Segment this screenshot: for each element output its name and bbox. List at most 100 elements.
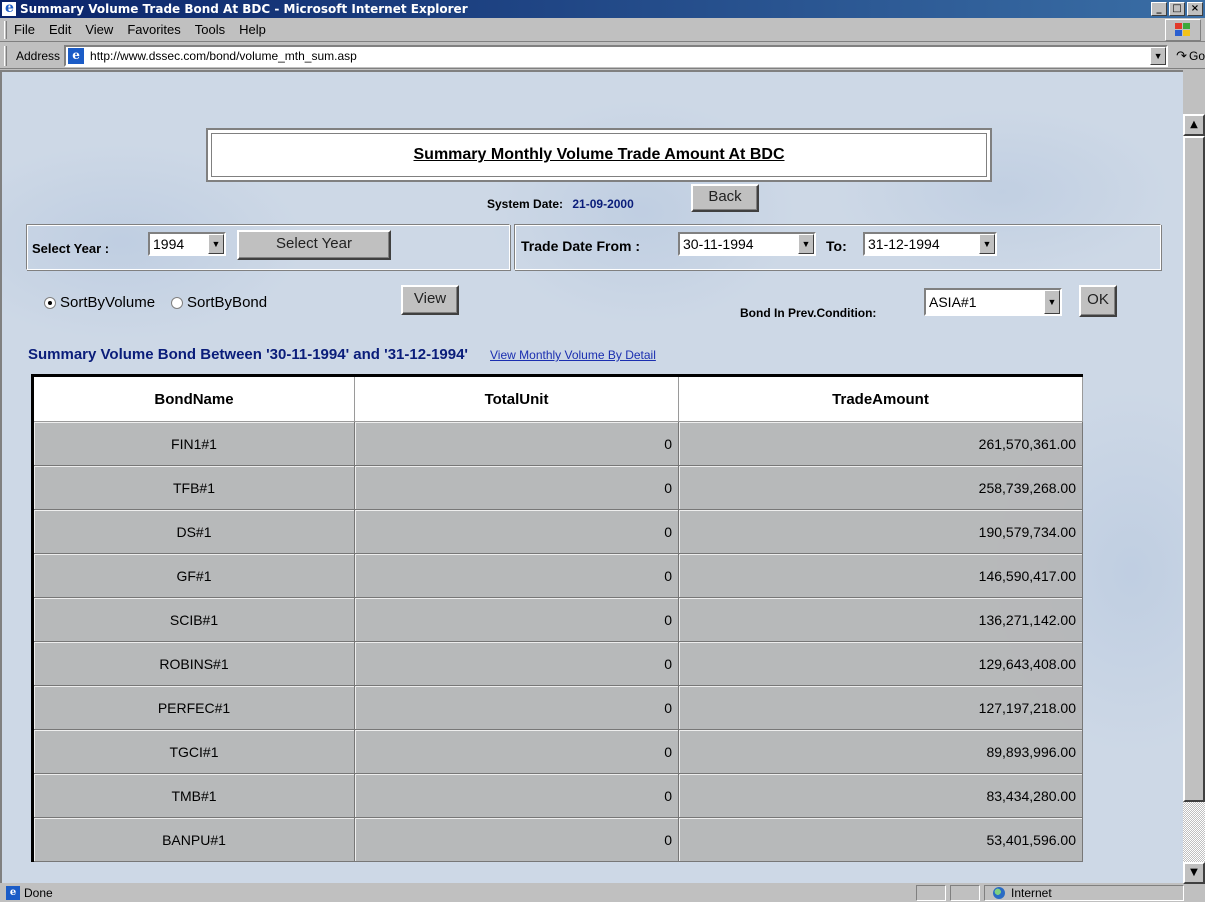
- column-header-tradeamount: TradeAmount: [678, 375, 1083, 422]
- trade-date-to-select[interactable]: 31-12-1994 ▼: [863, 232, 997, 256]
- vertical-scrollbar[interactable]: ▲ ▼: [1183, 114, 1205, 884]
- globe-icon: [993, 887, 1005, 899]
- scroll-down-button[interactable]: ▼: [1183, 862, 1205, 884]
- total-unit-cell: 0: [354, 509, 679, 554]
- table-row: DS#1 0 190,579,734.00: [32, 509, 1083, 554]
- trade-amount-cell: 53,401,596.00: [678, 817, 1083, 862]
- bond-prev-condition-value: ASIA#1: [929, 294, 977, 310]
- sort-by-volume-label[interactable]: SortByVolume: [60, 294, 155, 311]
- page-viewport: Summary Monthly Volume Trade Amount At B…: [0, 70, 1183, 883]
- sort-by-volume-radio[interactable]: [44, 296, 56, 309]
- status-pane: [950, 885, 980, 901]
- view-button[interactable]: View: [401, 285, 459, 315]
- window-controls: _ □ ×: [1151, 2, 1203, 16]
- bond-name-cell: GF#1: [32, 553, 355, 598]
- address-dropdown-button[interactable]: ▼: [1150, 46, 1167, 65]
- select-year-button[interactable]: Select Year: [237, 230, 391, 260]
- total-unit-cell: 0: [354, 641, 679, 686]
- close-button[interactable]: ×: [1187, 2, 1203, 16]
- sort-by-bond-radio[interactable]: [171, 296, 184, 309]
- trade-date-from-value: 30-11-1994: [683, 236, 754, 252]
- trade-date-to-value: 31-12-1994: [868, 236, 940, 252]
- back-button[interactable]: Back: [691, 184, 759, 212]
- menu-tools[interactable]: Tools: [195, 22, 225, 37]
- trade-amount-cell: 136,271,142.00: [678, 597, 1083, 642]
- year-select-value: 1994: [153, 236, 185, 252]
- scroll-up-button[interactable]: ▲: [1183, 114, 1205, 136]
- column-header-totalunit: TotalUnit: [354, 375, 679, 422]
- year-select[interactable]: 1994 ▼: [148, 232, 226, 256]
- view-monthly-detail-link[interactable]: View Monthly Volume By Detail: [490, 348, 656, 362]
- address-field[interactable]: e http://www.dssec.com/bond/volume_mth_s…: [64, 44, 1169, 67]
- address-bar: Address e http://www.dssec.com/bond/volu…: [0, 43, 1205, 69]
- menu-edit[interactable]: Edit: [49, 22, 71, 37]
- menu-favorites[interactable]: Favorites: [127, 22, 180, 37]
- bond-name-cell: FIN1#1: [32, 421, 355, 466]
- trade-amount-cell: 127,197,218.00: [678, 685, 1083, 730]
- menu-help[interactable]: Help: [239, 22, 266, 37]
- trade-date-from-select[interactable]: 30-11-1994 ▼: [678, 232, 816, 256]
- page-icon: e: [68, 47, 85, 64]
- chevron-down-icon[interactable]: ▼: [208, 234, 224, 254]
- trade-amount-cell: 89,893,996.00: [678, 729, 1083, 774]
- chevron-down-icon[interactable]: ▼: [1044, 290, 1060, 314]
- page-title: Summary Monthly Volume Trade Amount At B…: [413, 146, 785, 163]
- bond-prev-condition-label: Bond In Prev.Condition:: [740, 306, 877, 320]
- total-unit-cell: 0: [354, 553, 679, 598]
- menu-view[interactable]: View: [85, 22, 113, 37]
- bond-prev-condition-select[interactable]: ASIA#1 ▼: [924, 288, 1062, 316]
- table-row: SCIB#1 0 136,271,142.00: [32, 597, 1083, 642]
- window-titlebar: Summary Volume Trade Bond At BDC - Micro…: [0, 0, 1205, 18]
- windows-flag-icon: [1175, 23, 1190, 36]
- menu-bar: File Edit View Favorites Tools Help: [0, 18, 1205, 42]
- bond-name-cell: TMB#1: [32, 773, 355, 818]
- sort-by-bond-label[interactable]: SortByBond: [187, 294, 267, 311]
- total-unit-cell: 0: [354, 465, 679, 510]
- table-row: GF#1 0 146,590,417.00: [32, 553, 1083, 598]
- page-title-box: Summary Monthly Volume Trade Amount At B…: [206, 128, 992, 182]
- total-unit-cell: 0: [354, 729, 679, 774]
- minimize-button[interactable]: _: [1151, 2, 1167, 16]
- bond-name-cell: PERFEC#1: [32, 685, 355, 730]
- bond-name-cell: DS#1: [32, 509, 355, 554]
- chevron-down-icon[interactable]: ▼: [798, 234, 814, 254]
- bond-volume-table: BondName TotalUnit TradeAmount FIN1#1 0 …: [31, 374, 1083, 862]
- toolbar-grip[interactable]: [4, 46, 7, 66]
- table-row: ROBINS#1 0 129,643,408.00: [32, 641, 1083, 686]
- scroll-thumb[interactable]: [1183, 136, 1205, 802]
- window-title: Summary Volume Trade Bond At BDC - Micro…: [20, 2, 468, 16]
- system-date: System Date: 21-09-2000: [487, 197, 634, 211]
- table-header-row: BondName TotalUnit TradeAmount: [32, 375, 1083, 422]
- total-unit-cell: 0: [354, 773, 679, 818]
- address-label: Address: [16, 48, 61, 63]
- trade-amount-cell: 258,739,268.00: [678, 465, 1083, 510]
- table-row: PERFEC#1 0 127,197,218.00: [32, 685, 1083, 730]
- security-zone: Internet: [984, 885, 1184, 901]
- maximize-button[interactable]: □: [1169, 2, 1185, 16]
- chevron-down-icon[interactable]: ▼: [979, 234, 995, 254]
- sort-options: SortByVolume SortByBond: [44, 294, 267, 311]
- trade-amount-cell: 129,643,408.00: [678, 641, 1083, 686]
- trade-amount-cell: 190,579,734.00: [678, 509, 1083, 554]
- column-header-bondname: BondName: [32, 375, 355, 422]
- table-row: TGCI#1 0 89,893,996.00: [32, 729, 1083, 774]
- summary-heading: Summary Volume Bond Between '30-11-1994'…: [28, 346, 469, 363]
- ie-logo-icon: [2, 0, 16, 16]
- bond-name-cell: TGCI#1: [32, 729, 355, 774]
- menu-file[interactable]: File: [14, 22, 35, 37]
- system-date-label: System Date:: [487, 197, 564, 211]
- go-button[interactable]: ↷ Go: [1176, 48, 1205, 64]
- summary-line: Summary Volume Bond Between '30-11-1994'…: [28, 346, 656, 363]
- total-unit-cell: 0: [354, 421, 679, 466]
- system-date-value: 21-09-2000: [572, 197, 634, 211]
- bond-name-cell: SCIB#1: [32, 597, 355, 642]
- total-unit-cell: 0: [354, 685, 679, 730]
- table-row: TFB#1 0 258,739,268.00: [32, 465, 1083, 510]
- status-pane: [916, 885, 946, 901]
- total-unit-cell: 0: [354, 597, 679, 642]
- status-bar: e Done Internet: [0, 884, 1205, 902]
- address-url[interactable]: http://www.dssec.com/bond/volume_mth_sum…: [90, 49, 357, 63]
- toolbar-grip[interactable]: [4, 21, 7, 39]
- ok-button[interactable]: OK: [1079, 285, 1117, 317]
- select-year-label: Select Year :: [32, 241, 110, 256]
